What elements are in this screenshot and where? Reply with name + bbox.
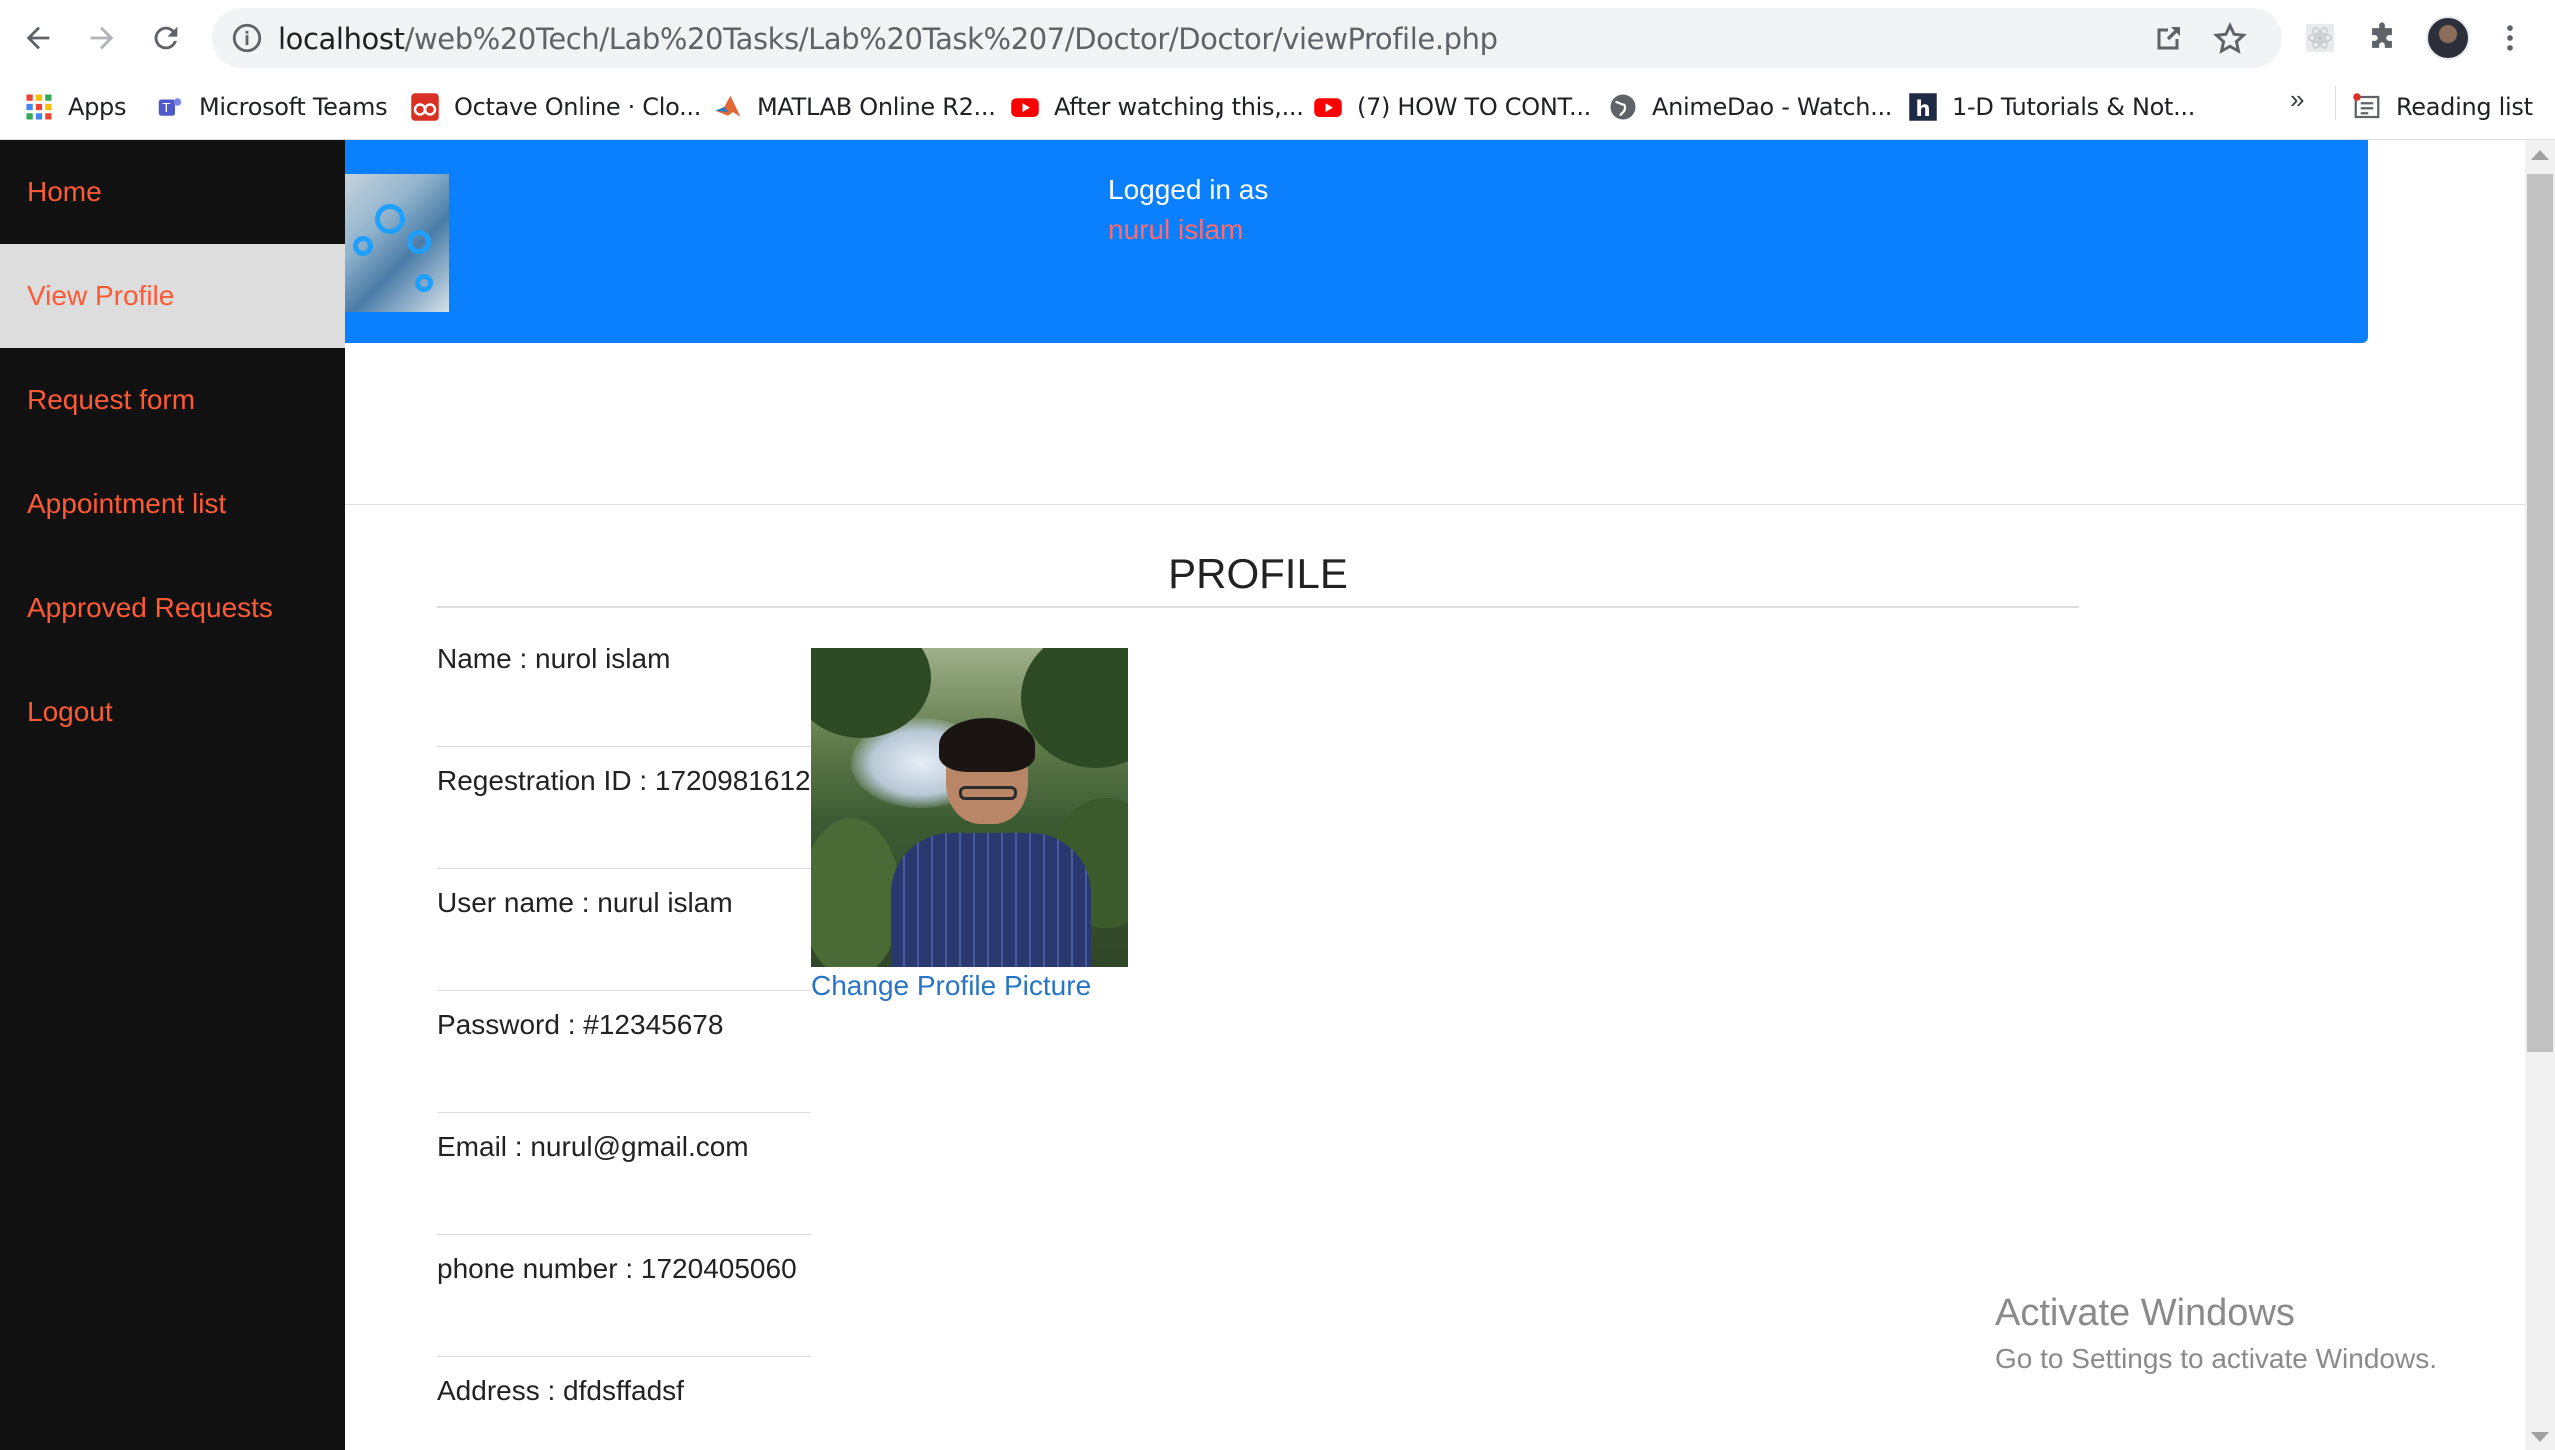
bookmark-label: Octave Online · Clo... — [454, 93, 702, 121]
back-button[interactable] — [12, 12, 64, 64]
profile-field-username: User name : nurul islam — [437, 869, 811, 991]
sidebar-item-home[interactable]: Home — [0, 140, 345, 244]
youtube-icon — [1011, 98, 1039, 117]
profile-field-name: Name : nurol islam — [437, 625, 811, 747]
sidebar-item-logout[interactable]: Logout — [0, 660, 345, 764]
profile-field-email: Email : nurul@gmail.com — [437, 1113, 811, 1235]
bookmarks-overflow-button[interactable]: » — [2290, 84, 2304, 115]
svg-text:h: h — [1916, 97, 1931, 122]
reading-list-icon — [2353, 93, 2380, 119]
bookmark-tutorials[interactable]: h 1-D Tutorials & Not... — [1908, 86, 2195, 128]
site-logo — [345, 174, 449, 312]
bookmark-youtube-2[interactable]: (7) HOW TO CONT... — [1313, 86, 1591, 128]
activate-windows-watermark: Activate Windows Go to Settings to activ… — [1995, 1292, 2437, 1375]
reload-button[interactable] — [140, 12, 192, 64]
extension-react-icon[interactable] — [2300, 18, 2340, 58]
profile-field-password: Password : #12345678 — [437, 991, 811, 1113]
bookmark-octave[interactable]: Octave Online · Clo... — [410, 86, 701, 128]
page-title: PROFILE — [1168, 550, 1348, 597]
bookmark-star-icon[interactable] — [2212, 21, 2248, 57]
bookmark-label: AnimeDao - Watch... — [1652, 93, 1893, 121]
reload-icon — [154, 26, 178, 50]
scrollbar-thumb[interactable] — [2527, 174, 2553, 1052]
bookmark-apps[interactable]: Apps — [24, 86, 127, 128]
scroll-down-arrow-icon[interactable] — [2531, 1432, 2549, 1442]
bookmarks-divider — [2335, 86, 2336, 120]
bookmark-teams[interactable]: T Microsoft Teams — [155, 86, 388, 128]
profile-field-registration-id: Regestration ID : 1720981612 — [437, 747, 811, 869]
youtube-icon — [1314, 98, 1342, 117]
globe-icon — [1610, 94, 1636, 120]
profile-picture — [811, 648, 1128, 967]
logged-in-username: nurul islam — [1108, 214, 1244, 245]
web-page: Home View Profile Request form Appointme… — [0, 140, 2555, 1450]
bookmark-label: MATLAB Online R2... — [757, 93, 996, 121]
arrow-left-icon — [26, 26, 50, 50]
section-divider — [345, 504, 2525, 505]
address-bar[interactable]: localhost/web%20Tech/Lab%20Tasks/Lab%20T… — [212, 8, 2282, 68]
sidebar-nav: Home View Profile Request form Appointme… — [0, 140, 345, 1450]
browser-chrome: localhost/web%20Tech/Lab%20Tasks/Lab%20T… — [0, 0, 2555, 140]
octave-icon — [411, 93, 439, 121]
profile-avatar[interactable] — [2426, 16, 2470, 60]
title-underline — [437, 606, 2079, 608]
info-icon — [232, 23, 262, 53]
bookmark-animedao[interactable]: AnimeDao - Watch... — [1608, 86, 1892, 128]
url-text[interactable]: localhost/web%20Tech/Lab%20Tasks/Lab%20T… — [278, 22, 1498, 56]
sidebar-item-appointment-list[interactable]: Appointment list — [0, 452, 345, 556]
forward-button[interactable] — [76, 12, 128, 64]
svg-text:T: T — [162, 100, 171, 115]
reading-list-button[interactable]: Reading list — [2352, 86, 2533, 128]
watermark-title: Activate Windows — [1995, 1292, 2295, 1334]
bookmark-label: 1-D Tutorials & Not... — [1952, 93, 2196, 121]
extensions-puzzle-icon[interactable] — [2362, 18, 2402, 58]
bookmark-label: Microsoft Teams — [199, 93, 388, 121]
change-profile-picture-link[interactable]: Change Profile Picture — [811, 970, 1091, 1002]
profile-field-phone: phone number : 1720405060 — [437, 1235, 811, 1357]
logged-in-label: Logged in as — [1108, 174, 1269, 205]
url-path: /web%20Tech/Lab%20Tasks/Lab%20Task%207/D… — [404, 22, 1498, 56]
bookmark-label: (7) HOW TO CONT... — [1357, 93, 1592, 121]
watermark-subtitle: Go to Settings to activate Windows. — [1995, 1343, 2437, 1374]
sidebar-item-request-form[interactable]: Request form — [0, 348, 345, 452]
browser-toolbar: localhost/web%20Tech/Lab%20Tasks/Lab%20T… — [0, 0, 2555, 76]
bookmark-label: Apps — [68, 93, 127, 121]
profile-field-address: Address : dfdsffadsf — [437, 1375, 684, 1406]
bookmark-matlab[interactable]: MATLAB Online R2... — [713, 86, 996, 128]
bookmark-youtube-1[interactable]: After watching this,... — [1010, 86, 1304, 128]
kebab-menu-icon[interactable] — [2490, 18, 2530, 58]
apps-grid-icon — [26, 94, 52, 120]
share-icon[interactable] — [2150, 21, 2186, 57]
sidebar-item-view-profile[interactable]: View Profile — [0, 244, 345, 348]
h-icon: h — [1909, 93, 1937, 122]
arrow-right-icon — [90, 26, 114, 50]
teams-icon: T — [158, 98, 182, 116]
matlab-icon — [715, 95, 741, 117]
scroll-up-arrow-icon[interactable] — [2531, 150, 2549, 160]
url-host: localhost — [278, 22, 405, 56]
bookmarks-bar: Apps T Microsoft Teams Octave Online · C… — [0, 76, 2555, 140]
sidebar-item-approved-requests[interactable]: Approved Requests — [0, 556, 345, 660]
reading-list-label: Reading list — [2396, 93, 2533, 121]
bookmark-label: After watching this,... — [1054, 93, 1304, 121]
header-banner: Logged in as nurul islam — [345, 140, 2368, 343]
